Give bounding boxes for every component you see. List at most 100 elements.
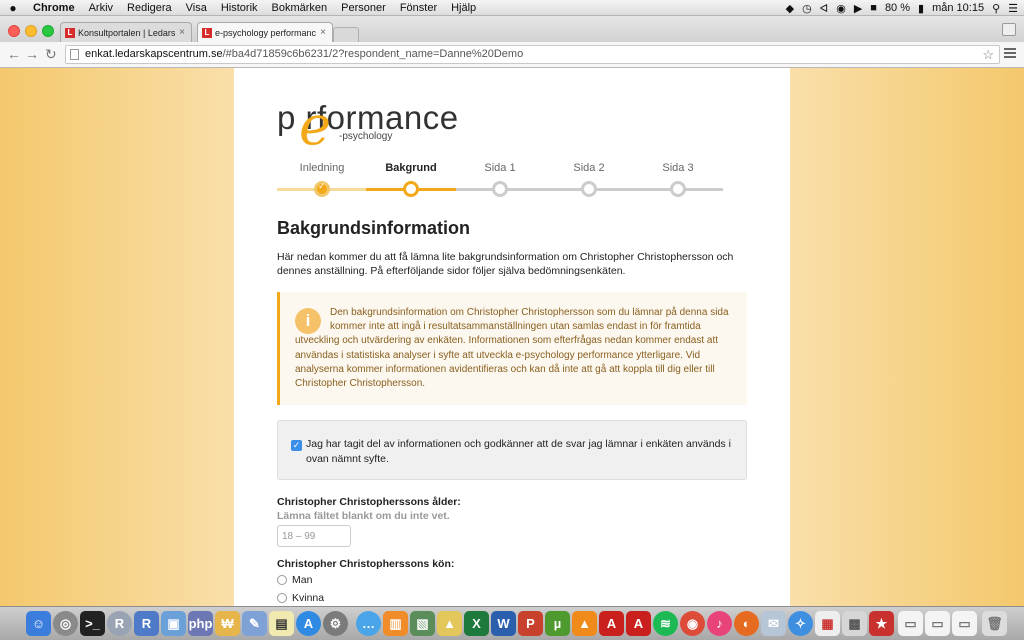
menu-redigera[interactable]: Redigera (120, 0, 179, 16)
itunes-icon[interactable]: ♪ (707, 611, 732, 636)
new-tab-button[interactable] (333, 27, 359, 42)
notification-center-icon[interactable]: ☰ (1008, 2, 1018, 15)
step-label-inledning[interactable]: Inledning (277, 162, 367, 174)
menu-chrome[interactable]: Chrome (26, 0, 82, 16)
tab-konsultportalen[interactable]: L Konsultportalen | Ledarska × (60, 22, 192, 42)
finder-icon[interactable]: ☺ (26, 611, 51, 636)
chrome-menu-icon[interactable] (1004, 48, 1016, 60)
clock[interactable]: mån 10:15 (932, 2, 984, 14)
chrome-icon[interactable]: ◉ (680, 611, 705, 636)
r-icon[interactable]: R (107, 611, 132, 636)
step-sida-1-circle (492, 181, 508, 197)
tab-title: e-psychology performance (215, 27, 317, 38)
ledarskap-favicon-icon: L (202, 27, 212, 38)
wifi-icon[interactable]: ◉ (836, 2, 846, 15)
search-icon[interactable]: ⚲ (992, 2, 1000, 15)
document-icon[interactable]: ▭ (952, 611, 977, 636)
spotify-icon[interactable]: ≋ (653, 611, 678, 636)
menu-visa[interactable]: Visa (179, 0, 214, 16)
age-input[interactable]: 18 – 99 (277, 525, 351, 547)
close-tab-icon[interactable]: × (179, 27, 185, 38)
address-bar[interactable]: enkat.ledarskapscentrum.se/#ba4d71859c6b… (65, 45, 1000, 64)
reader-icon[interactable]: A (626, 611, 651, 636)
virtualbox-icon[interactable]: ▣ (161, 611, 186, 636)
volume-icon[interactable]: ▶ (854, 2, 862, 15)
rstudio-icon[interactable]: R (134, 611, 159, 636)
calendar-icon[interactable]: ▦ (815, 611, 840, 636)
step-inledning-check-icon[interactable]: ✓ (314, 181, 330, 197)
close-tab-icon[interactable]: × (320, 27, 326, 38)
reload-icon[interactable]: ↻ (45, 46, 57, 62)
excel-icon[interactable]: X (464, 611, 489, 636)
acrobat-icon[interactable]: A (599, 611, 624, 636)
step-label-sida-2: Sida 2 (573, 162, 605, 174)
dock: ☺ ◎ >_ R R ▣ php ₩ ✎ ▤ A ⚙ … ▥ ▧ ▲ X W P… (0, 606, 1024, 640)
app-icon[interactable]: ▲ (437, 611, 462, 636)
forward-icon[interactable]: → (25, 46, 39, 62)
battery-label[interactable]: 80 % (885, 2, 910, 14)
word-icon[interactable]: W (491, 611, 516, 636)
step-label-bakgrund: Bakgrund (385, 162, 437, 174)
radio-button[interactable] (277, 593, 287, 603)
notes-icon[interactable]: ▤ (269, 611, 294, 636)
dropbox-icon[interactable]: ◆ (786, 2, 794, 15)
preview-icon[interactable]: ▧ (410, 611, 435, 636)
ibooks-icon[interactable]: ▥ (383, 611, 408, 636)
terminal-icon[interactable]: >_ (80, 611, 105, 636)
apple-icon[interactable]: ● (0, 1, 26, 15)
gender-label: Christopher Christopherssons kön: (277, 558, 455, 570)
radio-label: Kvinna (292, 592, 325, 604)
step-bakgrund-circle (403, 181, 419, 197)
consent-checkbox[interactable]: ✓ (291, 440, 302, 451)
app-store-icon[interactable]: A (296, 611, 321, 636)
back-icon[interactable]: ← (7, 46, 21, 62)
tab-e-psychology[interactable]: L e-psychology performance × (197, 22, 333, 42)
document-icon[interactable]: ▭ (898, 611, 923, 636)
flag-icon[interactable]: ■ (870, 2, 877, 14)
radio-button[interactable] (277, 575, 287, 585)
info-notice: i Den bakgrundsinformation om Christophe… (277, 292, 747, 405)
logo-accent-letter: e (299, 94, 331, 157)
gender-option-man[interactable]: Man (277, 574, 312, 586)
minimize-window-icon[interactable] (25, 25, 37, 37)
menu-bar: ● Chrome Arkiv Redigera Visa Historik Bo… (0, 0, 1024, 16)
app-icon[interactable]: ★ (869, 611, 894, 636)
bluetooth-icon[interactable]: ᐊ (820, 2, 828, 15)
utorrent-icon[interactable]: µ (545, 611, 570, 636)
age-label: Christopher Christopherssons ålder: (277, 496, 461, 508)
app-icon[interactable]: ✉ (761, 611, 786, 636)
messages-icon[interactable]: … (356, 611, 381, 636)
menu-arkiv[interactable]: Arkiv (82, 0, 120, 16)
battery-icon[interactable]: ▮ (918, 2, 924, 15)
zoom-window-icon[interactable] (42, 25, 54, 37)
system-preferences-icon[interactable]: ⚙ (323, 611, 348, 636)
logo-subtitle: -psychology (339, 131, 393, 142)
launchpad-icon[interactable]: ◎ (53, 611, 78, 636)
document-icon[interactable]: ▭ (925, 611, 950, 636)
menu-bokmarken[interactable]: Bokmärken (265, 0, 335, 16)
vlc-icon[interactable]: ▲ (572, 611, 597, 636)
step-label-sida-1: Sida 1 (484, 162, 516, 174)
time-machine-icon[interactable]: ◷ (802, 2, 812, 15)
consent-label[interactable]: Jag har tagit del av informationen och g… (306, 437, 736, 466)
menu-fonster[interactable]: Fönster (393, 0, 444, 16)
menu-hjalp[interactable]: Hjälp (444, 0, 483, 16)
firefox-icon[interactable]: ◐ (734, 611, 759, 636)
url-text: enkat.ledarskapscentrum.se/#ba4d71859c6b… (85, 46, 523, 63)
php-icon[interactable]: php (188, 611, 213, 636)
trash-icon[interactable]: 🗑 (982, 611, 1007, 636)
safari-icon[interactable]: ✧ (788, 611, 813, 636)
performance-logo: p rformance e -psychology (277, 94, 459, 154)
profile-icon[interactable] (1002, 23, 1016, 36)
menu-historik[interactable]: Historik (214, 0, 265, 16)
menu-personer[interactable]: Personer (334, 0, 393, 16)
close-window-icon[interactable] (8, 25, 20, 37)
gender-option-kvinna[interactable]: Kvinna (277, 592, 324, 604)
powerpoint-icon[interactable]: P (518, 611, 543, 636)
page-icon (70, 49, 79, 60)
app-icon[interactable]: ✎ (242, 611, 267, 636)
url-path: /#ba4d71859c6b6231/2?respondent_name=Dan… (222, 48, 524, 60)
app-icon[interactable]: ▩ (842, 611, 867, 636)
bookmark-star-icon[interactable]: ☆ (982, 46, 994, 63)
app-icon[interactable]: ₩ (215, 611, 240, 636)
